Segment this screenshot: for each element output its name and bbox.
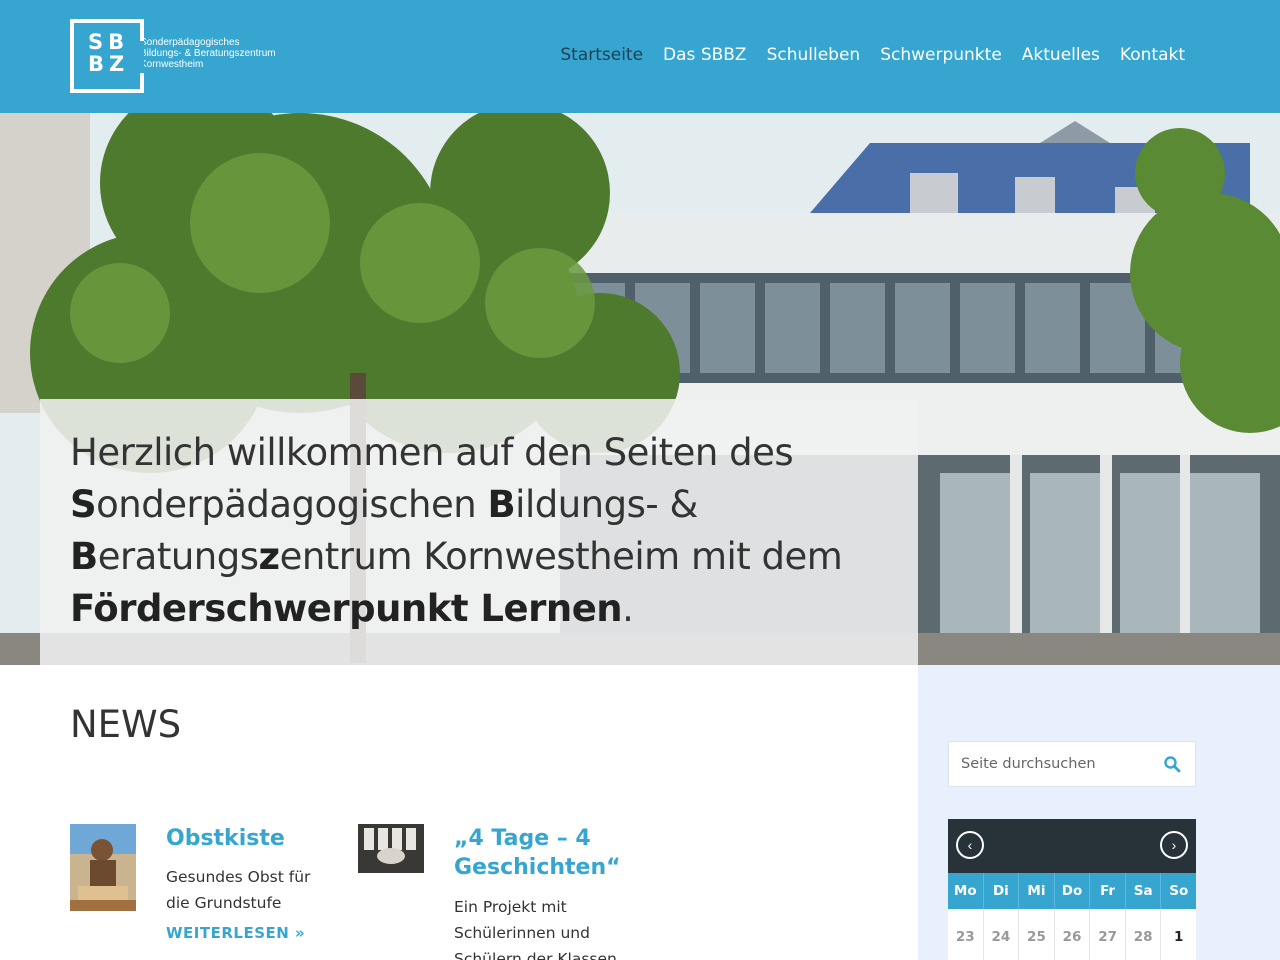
next-month-icon[interactable]: › (1160, 831, 1188, 859)
search-input[interactable] (949, 742, 1149, 786)
calendar-day[interactable]: 24 (984, 909, 1020, 960)
welcome-text: Herzlich willkommen auf den Seiten des S… (70, 431, 843, 630)
logo-line: Bildungs- & Beratungszentrum (140, 48, 276, 59)
logo-letters-bottom: BZ (88, 52, 130, 76)
news-item: „4 Tage – 4 Geschichten“ Ein Projekt mit… (358, 824, 638, 960)
search-box (948, 741, 1196, 787)
weekday-label: Mo (948, 873, 984, 909)
logo-letters-top: SB (88, 30, 130, 54)
news-excerpt: Ein Projekt mit Schülerinnen und Schüler… (454, 898, 617, 960)
welcome-panel: Herzlich willkommen auf den Seiten des S… (40, 399, 918, 665)
logo-line: Sonderpädagogisches (140, 37, 240, 48)
read-more-link[interactable]: WEITERLESEN » (166, 924, 305, 942)
news-title[interactable]: Obstkiste (166, 824, 336, 853)
nav-aktuelles[interactable]: Aktuelles (1022, 45, 1100, 65)
weekday-label: Sa (1126, 873, 1162, 909)
calendar-day[interactable]: 27 (1090, 909, 1126, 960)
weekday-label: Di (984, 873, 1020, 909)
sidebar: ‹ › Mo Di Mi Do Fr Sa So 23 24 25 26 27 … (918, 665, 1280, 960)
event-calendar: ‹ › Mo Di Mi Do Fr Sa So 23 24 25 26 27 … (948, 819, 1196, 960)
hero-image: Herzlich willkommen auf den Seiten des S… (0, 113, 1280, 665)
news-title[interactable]: „4 Tage – 4 Geschichten“ (454, 824, 624, 882)
nav-schulleben[interactable]: Schulleben (767, 45, 861, 65)
nav-kontakt[interactable]: Kontakt (1120, 45, 1185, 65)
news-excerpt: Gesundes Obst für die Grundstufe (166, 868, 311, 912)
logo-mark: SB BZ (70, 19, 144, 93)
calendar-day[interactable]: 28 (1126, 909, 1162, 960)
logo-line: Kornwestheim (140, 59, 204, 70)
site-header: SB BZ Sonderpädagogisches Bildungs- & Be… (0, 0, 1280, 113)
weekday-label: Mi (1019, 873, 1055, 909)
nav-startseite[interactable]: Startseite (560, 45, 643, 65)
nav-schwerpunkte[interactable]: Schwerpunkte (880, 45, 1002, 65)
calendar-day[interactable]: 25 (1019, 909, 1055, 960)
calendar-header: ‹ › (948, 819, 1196, 873)
weekday-label: Do (1055, 873, 1091, 909)
calendar-week-row: 23 24 25 26 27 28 1 (948, 909, 1196, 960)
prev-month-icon[interactable]: ‹ (956, 831, 984, 859)
site-logo[interactable]: SB BZ Sonderpädagogisches Bildungs- & Be… (70, 19, 276, 93)
weekday-label: Fr (1090, 873, 1126, 909)
logo-text: Sonderpädagogisches Bildungs- & Beratung… (140, 37, 276, 70)
calendar-day[interactable]: 26 (1055, 909, 1091, 960)
weekday-label: So (1169, 883, 1189, 899)
main-nav: Startseite Das SBBZ Schulleben Schwerpun… (560, 45, 1185, 65)
calendar-weekdays: Mo Di Mi Do Fr Sa So (948, 873, 1196, 909)
calendar-day[interactable]: 1 (1161, 909, 1196, 960)
calendar-day[interactable]: 23 (948, 909, 984, 960)
nav-das-sbbz[interactable]: Das SBBZ (663, 45, 747, 65)
search-icon[interactable] (1163, 755, 1183, 775)
news-thumbnail[interactable] (70, 824, 136, 911)
news-item: Obstkiste Gesundes Obst für die Grundstu… (70, 824, 350, 960)
focus-text: Förderschwerpunkt Lernen (70, 587, 623, 630)
news-heading: NEWS (70, 703, 182, 746)
news-thumbnail[interactable] (358, 824, 424, 873)
